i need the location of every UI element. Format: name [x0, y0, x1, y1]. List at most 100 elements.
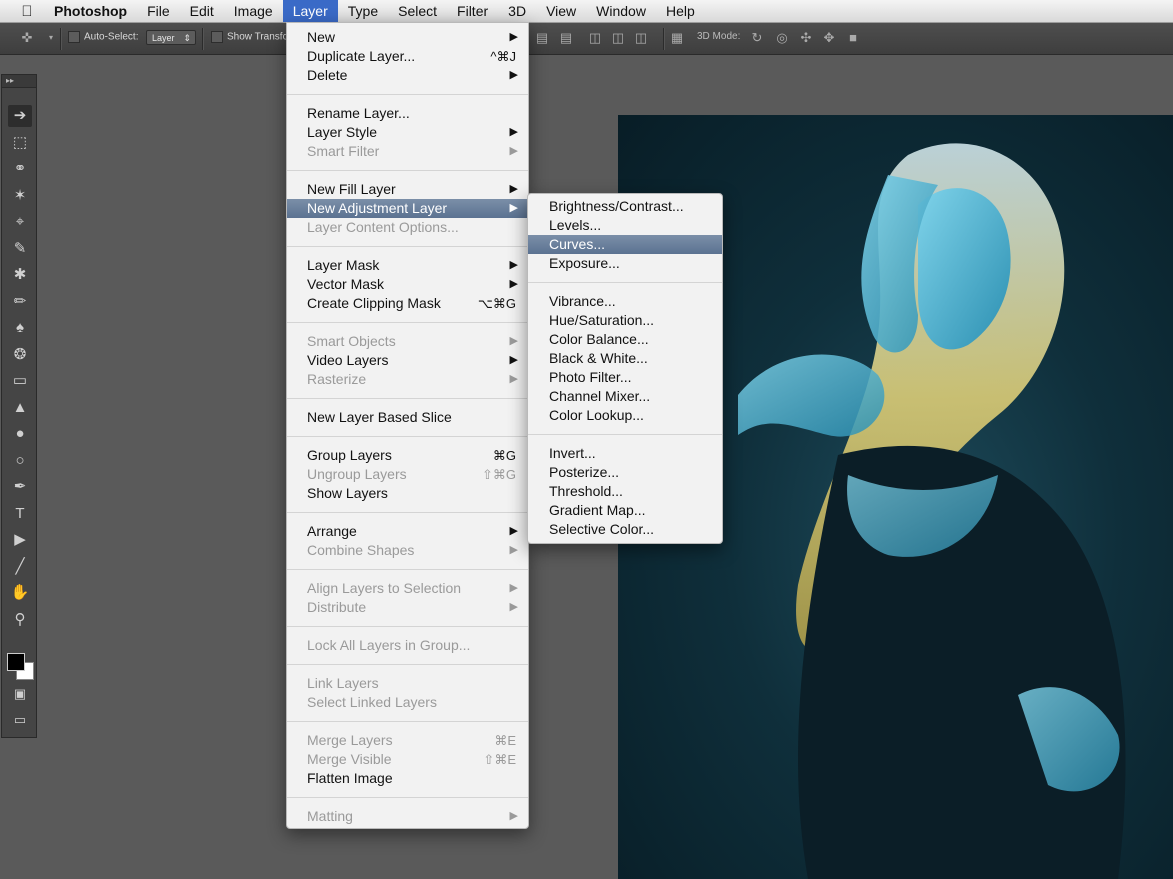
path-selection-tool-icon[interactable]: ▶	[8, 529, 32, 551]
menu-item-layer-content-options: Layer Content Options...	[287, 218, 528, 237]
menu-item-new-layer-based-slice[interactable]: New Layer Based Slice	[287, 408, 528, 427]
adjustment-item-color-lookup[interactable]: Color Lookup...	[528, 406, 722, 425]
3d-rotate-icon[interactable]: ↻	[750, 29, 764, 47]
menu-separator	[287, 569, 528, 570]
adjustment-item-photo-filter[interactable]: Photo Filter...	[528, 368, 722, 387]
menubar-item-3d[interactable]: 3D	[498, 0, 536, 22]
menu-item-merge-visible: Merge Visible ⇧⌘E	[287, 750, 528, 769]
menu-item-vector-mask[interactable]: Vector Mask ▶	[287, 275, 528, 294]
healing-brush-tool-icon[interactable]: ✱	[8, 264, 32, 286]
adjustment-item-curves[interactable]: Curves...	[528, 235, 722, 254]
menu-item-label: Black & White...	[549, 350, 648, 366]
adjustment-item-black-white[interactable]: Black & White...	[528, 349, 722, 368]
menubar-item-window[interactable]: Window	[586, 0, 656, 22]
submenu-arrow-icon: ▶	[509, 202, 518, 214]
pen-tool-icon[interactable]: ✒	[8, 476, 32, 498]
menu-item-shortcut: ⇧⌘G	[481, 467, 516, 482]
type-tool-icon[interactable]: T	[8, 503, 32, 525]
menubar-item-filter[interactable]: Filter	[447, 0, 498, 22]
menu-item-flatten-image[interactable]: Flatten Image	[287, 769, 528, 788]
adjustment-item-threshold[interactable]: Threshold...	[528, 482, 722, 501]
align-hcenter-icon[interactable]: ◫	[611, 29, 625, 47]
quick-mask-icon[interactable]: ▣	[8, 683, 32, 705]
apple-icon[interactable]: 	[0, 3, 54, 20]
line-tool-icon[interactable]: ╱	[8, 556, 32, 578]
marquee-tool-icon[interactable]: ⬚	[8, 132, 32, 154]
adjustment-item-gradient-map[interactable]: Gradient Map...	[528, 501, 722, 520]
blur-tool-icon[interactable]: ●	[8, 423, 32, 445]
align-right-icon[interactable]: ◫	[634, 29, 648, 47]
show-transform-checkbox[interactable]	[211, 31, 223, 43]
menubar-item-select[interactable]: Select	[388, 0, 447, 22]
menubar-item-help[interactable]: Help	[656, 0, 705, 22]
menu-item-label: Delete	[307, 67, 348, 83]
3d-slide-icon[interactable]: ✥	[822, 29, 836, 47]
menu-item-merge-layers: Merge Layers ⌘E	[287, 731, 528, 750]
paint-bucket-tool-icon[interactable]: ▲	[8, 397, 32, 419]
adjustment-item-posterize[interactable]: Posterize...	[528, 463, 722, 482]
menubar-item-image[interactable]: Image	[224, 0, 283, 22]
menubar-item-photoshop[interactable]: Photoshop	[54, 0, 137, 22]
menu-item-rasterize: Rasterize ▶	[287, 370, 528, 389]
align-vcenter-icon[interactable]: ▤	[559, 29, 573, 47]
clone-stamp-tool-icon[interactable]: ♠	[8, 317, 32, 339]
foreground-color-swatch[interactable]	[7, 653, 25, 671]
adjustment-item-exposure[interactable]: Exposure...	[528, 254, 722, 273]
menu-item-new[interactable]: New ▶	[287, 28, 528, 47]
menu-item-arrange[interactable]: Arrange ▶	[287, 522, 528, 541]
eraser-tool-icon[interactable]: ▭	[8, 370, 32, 392]
move-tool-icon[interactable]: ➔	[8, 105, 32, 127]
menubar-item-type[interactable]: Type	[338, 0, 388, 22]
align-left-icon[interactable]: ◫	[588, 29, 602, 47]
menubar-item-edit[interactable]: Edit	[180, 0, 224, 22]
adjustment-item-hue-saturation[interactable]: Hue/Saturation...	[528, 311, 722, 330]
menu-item-rename-layer[interactable]: Rename Layer...	[287, 104, 528, 123]
menu-item-label: Color Balance...	[549, 331, 649, 347]
align-top-icon[interactable]: ▤	[535, 29, 549, 47]
menubar-item-view[interactable]: View	[536, 0, 586, 22]
adjustment-item-levels[interactable]: Levels...	[528, 216, 722, 235]
menu-item-layer-style[interactable]: Layer Style ▶	[287, 123, 528, 142]
menu-item-create-clipping-mask[interactable]: Create Clipping Mask ⌥⌘G	[287, 294, 528, 313]
menu-item-group-layers[interactable]: Group Layers ⌘G	[287, 446, 528, 465]
adjustment-item-selective-color[interactable]: Selective Color...	[528, 520, 722, 539]
hand-tool-icon[interactable]: ✋	[8, 582, 32, 604]
history-brush-tool-icon[interactable]: ❂	[8, 344, 32, 366]
adjustment-item-invert[interactable]: Invert...	[528, 444, 722, 463]
crop-tool-icon[interactable]: ⌖	[8, 211, 32, 233]
move-tool-preset-icon[interactable]: ✜	[20, 29, 34, 47]
menu-item-label: Rename Layer...	[307, 105, 410, 121]
dodge-tool-icon[interactable]: ○	[8, 450, 32, 472]
brush-tool-icon[interactable]: ✏	[8, 291, 32, 313]
show-transform-option[interactable]: Show Transfo	[211, 31, 288, 43]
adjustment-item-brightness-contrast[interactable]: Brightness/Contrast...	[528, 197, 722, 216]
menu-item-show-layers[interactable]: Show Layers	[287, 484, 528, 503]
menu-item-new-fill-layer[interactable]: New Fill Layer ▶	[287, 180, 528, 199]
menu-item-video-layers[interactable]: Video Layers ▶	[287, 351, 528, 370]
preset-dropdown-icon[interactable]: ▾	[44, 29, 58, 47]
menu-item-duplicate-layer[interactable]: Duplicate Layer... ^⌘J	[287, 47, 528, 66]
magic-wand-tool-icon[interactable]: ✶	[8, 185, 32, 207]
3d-drag-icon[interactable]: ✣	[799, 29, 813, 47]
menu-item-label: Group Layers	[307, 447, 392, 463]
menubar-item-layer[interactable]: Layer	[282, 0, 338, 22]
adjustment-item-channel-mixer[interactable]: Channel Mixer...	[528, 387, 722, 406]
menu-item-new-adjustment-layer[interactable]: New Adjustment Layer ▶	[287, 199, 528, 218]
adjustment-item-color-balance[interactable]: Color Balance...	[528, 330, 722, 349]
menu-item-label: Selective Color...	[549, 521, 655, 537]
adjustment-item-vibrance[interactable]: Vibrance...	[528, 292, 722, 311]
auto-align-icon[interactable]: ▦	[670, 29, 684, 47]
eyedropper-tool-icon[interactable]: ✎	[8, 238, 32, 260]
menu-item-layer-mask[interactable]: Layer Mask ▶	[287, 256, 528, 275]
menu-item-delete[interactable]: Delete ▶	[287, 66, 528, 85]
menubar-item-file[interactable]: File	[137, 0, 180, 22]
zoom-tool-icon[interactable]: ⚲	[8, 609, 32, 631]
tools-panel-header[interactable]: ▸▸	[2, 75, 36, 88]
3d-roll-icon[interactable]: ◎	[775, 29, 789, 47]
auto-select-checkbox[interactable]	[68, 31, 80, 43]
3d-scale-icon[interactable]: ■	[846, 29, 860, 47]
screen-mode-icon[interactable]: ▭	[8, 709, 32, 731]
lasso-tool-icon[interactable]: ⚭	[8, 158, 32, 180]
auto-select-option[interactable]: Auto-Select:	[68, 31, 138, 43]
auto-select-dropdown[interactable]: Layer ⇕	[146, 30, 196, 45]
